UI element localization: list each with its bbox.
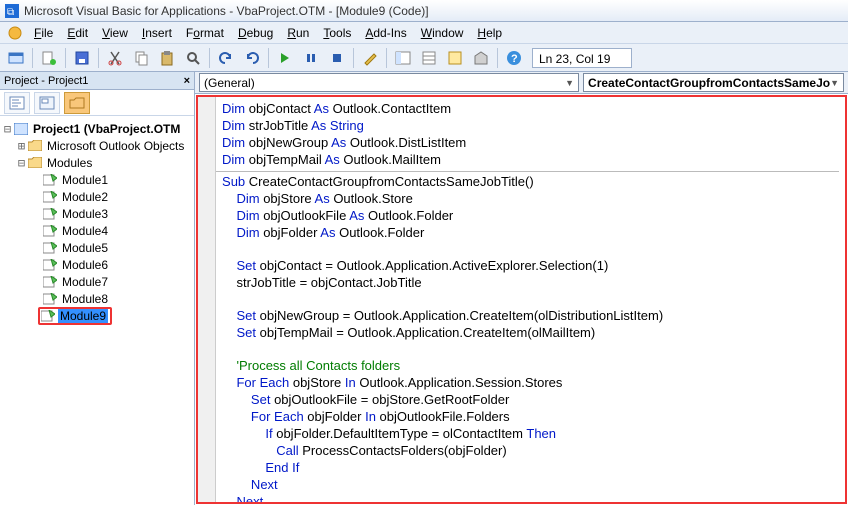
code-text[interactable]: Dim objContact As Outlook.ContactItem Di… <box>216 97 845 502</box>
module-icon <box>40 309 56 323</box>
module-icon <box>42 173 58 187</box>
menu-edit[interactable]: Edit <box>61 24 94 42</box>
tree-module-selected[interactable]: Module9 <box>38 307 112 325</box>
menu-insert[interactable]: Insert <box>136 24 178 42</box>
close-icon[interactable]: × <box>184 75 190 87</box>
menu-tools[interactable]: Tools <box>317 24 357 42</box>
toolbar-sep <box>65 48 66 68</box>
code-editor[interactable]: Dim objContact As Outlook.ContactItem Di… <box>196 95 847 504</box>
redo-button[interactable] <box>240 47 264 69</box>
properties-button[interactable] <box>417 47 441 69</box>
project-tree[interactable]: ⊟ Project1 (VbaProject.OTM ⊞ Microsoft Out… <box>0 116 194 505</box>
toolbar-sep <box>32 48 33 68</box>
view-outlook-button[interactable] <box>4 47 28 69</box>
tree-folder[interactable]: Microsoft Outlook Objects <box>45 139 186 153</box>
window-title: Microsoft Visual Basic for Applications … <box>24 4 429 18</box>
combo-row: (General)▼ CreateContactGroupfromContact… <box>195 72 848 94</box>
tree-collapse-icon[interactable]: ⊟ <box>2 122 13 136</box>
tree-module[interactable]: Module6 <box>60 258 110 272</box>
menu-window[interactable]: Window <box>415 24 470 42</box>
tree-module[interactable]: Module4 <box>60 224 110 238</box>
menubar: File Edit View Insert Format Debug Run T… <box>0 22 848 44</box>
break-button[interactable] <box>299 47 323 69</box>
module-icon <box>42 241 58 255</box>
save-button[interactable] <box>70 47 94 69</box>
app-icon: ⧉ <box>4 3 20 19</box>
toolbar: ? Ln 23, Col 19 <box>0 44 848 72</box>
toolbar-sep <box>268 48 269 68</box>
tree-collapse-icon[interactable]: ⊟ <box>16 156 27 170</box>
menu-debug[interactable]: Debug <box>232 24 279 42</box>
menu-file[interactable]: File <box>28 24 59 42</box>
insert-button[interactable] <box>37 47 61 69</box>
toolbar-sep <box>98 48 99 68</box>
tree-module[interactable]: Module2 <box>60 190 110 204</box>
code-gutter <box>198 97 216 502</box>
tree-module[interactable]: Module1 <box>60 173 110 187</box>
help-button[interactable]: ? <box>502 47 526 69</box>
toolbar-sep <box>209 48 210 68</box>
toolbar-sep <box>497 48 498 68</box>
folder-icon <box>27 156 43 170</box>
project-icon <box>13 122 29 136</box>
svg-text:?: ? <box>511 53 518 65</box>
folder-icon <box>27 139 43 153</box>
undo-button[interactable] <box>214 47 238 69</box>
main-area: Project - Project1 × ⊟ Project1 (VbaProje… <box>0 72 848 505</box>
code-panel: (General)▼ CreateContactGroupfromContact… <box>195 72 848 505</box>
tree-folder[interactable]: Modules <box>45 156 94 170</box>
project-explorer-title: Project - Project1 <box>4 75 88 87</box>
titlebar: ⧉ Microsoft Visual Basic for Application… <box>0 0 848 22</box>
module-icon <box>42 190 58 204</box>
toolbar-sep <box>353 48 354 68</box>
menu-run[interactable]: Run <box>281 24 315 42</box>
menu-format[interactable]: Format <box>180 24 230 42</box>
chevron-down-icon: ▼ <box>830 78 839 88</box>
module-icon <box>42 207 58 221</box>
module-icon <box>42 275 58 289</box>
project-explorer-header: Project - Project1 × <box>0 72 194 90</box>
toolbar-sep <box>386 48 387 68</box>
module-icon <box>42 258 58 272</box>
paste-button[interactable] <box>155 47 179 69</box>
tree-module[interactable]: Module5 <box>60 241 110 255</box>
toggle-folders-button[interactable] <box>64 92 90 114</box>
outlook-icon <box>4 25 26 41</box>
chevron-down-icon: ▼ <box>565 78 574 88</box>
menu-addins[interactable]: Add-Ins <box>359 24 412 42</box>
design-mode-button[interactable] <box>358 47 382 69</box>
project-explorer-button[interactable] <box>391 47 415 69</box>
toolbox-button[interactable] <box>469 47 493 69</box>
tree-module[interactable]: Module7 <box>60 275 110 289</box>
view-object-button[interactable] <box>34 92 60 114</box>
copy-button[interactable] <box>129 47 153 69</box>
tree-root[interactable]: Project1 (VbaProject.OTM <box>31 122 182 136</box>
svg-text:⧉: ⧉ <box>7 7 14 18</box>
menu-view[interactable]: View <box>96 24 134 42</box>
cut-button[interactable] <box>103 47 127 69</box>
run-button[interactable] <box>273 47 297 69</box>
menu-help[interactable]: Help <box>471 24 508 42</box>
object-browser-button[interactable] <box>443 47 467 69</box>
module-icon <box>42 292 58 306</box>
tree-module[interactable]: Module3 <box>60 207 110 221</box>
tree-expand-icon[interactable]: ⊞ <box>16 139 27 153</box>
tree-module[interactable]: Module8 <box>60 292 110 306</box>
find-button[interactable] <box>181 47 205 69</box>
reset-button[interactable] <box>325 47 349 69</box>
object-combo[interactable]: (General)▼ <box>199 73 579 92</box>
view-code-button[interactable] <box>4 92 30 114</box>
procedure-combo[interactable]: CreateContactGroupfromContactsSameJo▼ <box>583 73 844 92</box>
cursor-position: Ln 23, Col 19 <box>532 48 632 68</box>
project-toolbar <box>0 90 194 116</box>
project-explorer: Project - Project1 × ⊟ Project1 (VbaProje… <box>0 72 195 505</box>
module-icon <box>42 224 58 238</box>
